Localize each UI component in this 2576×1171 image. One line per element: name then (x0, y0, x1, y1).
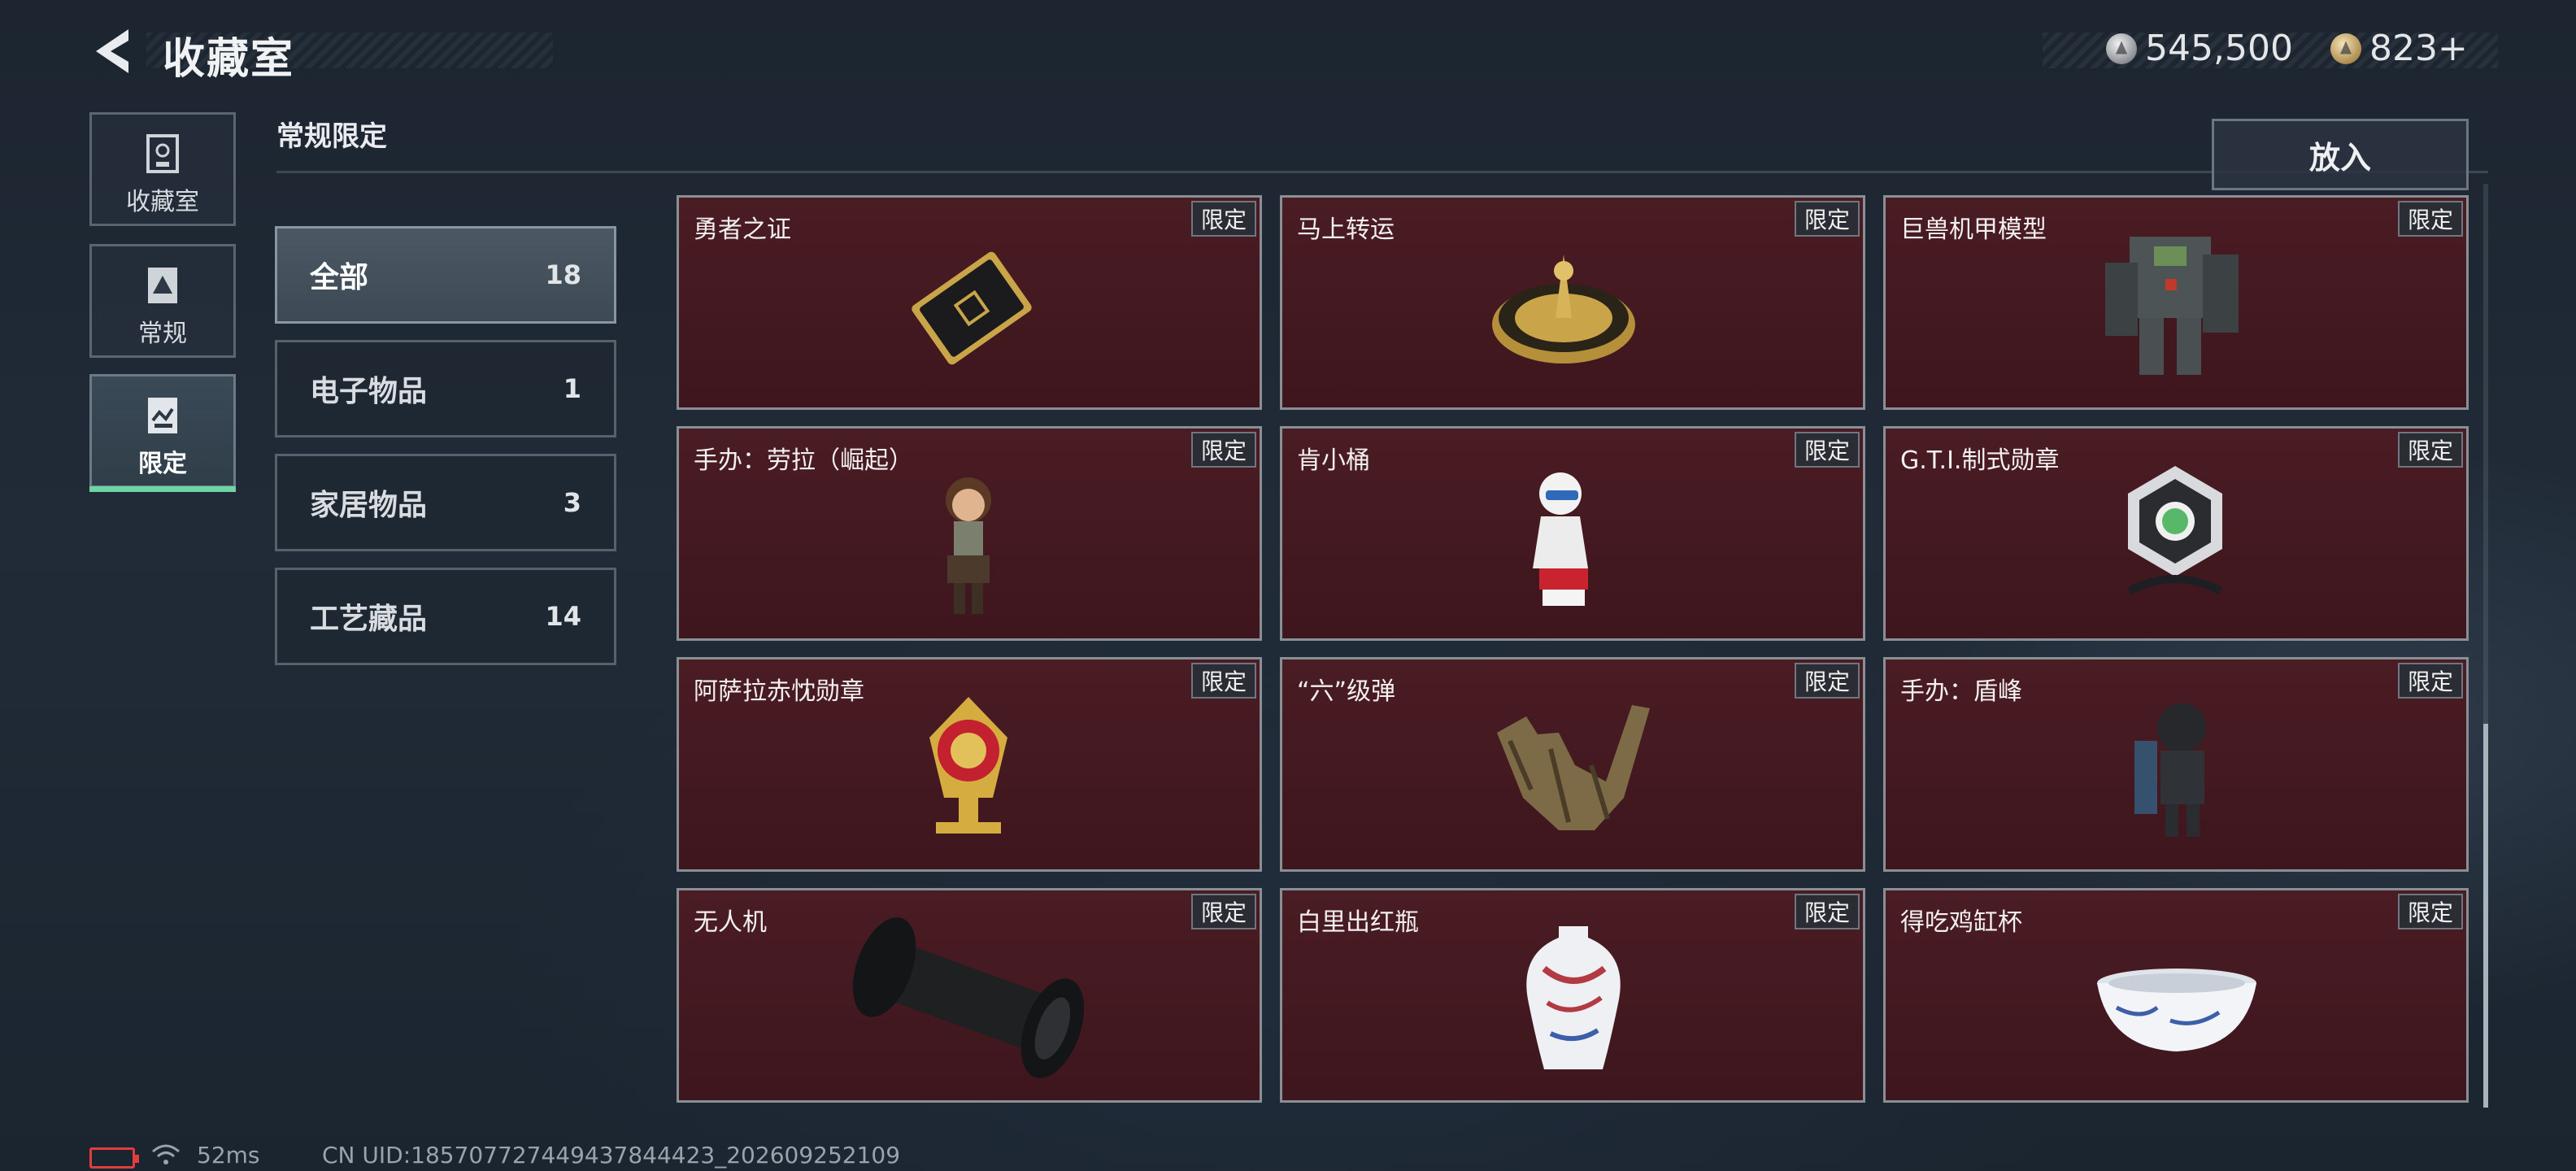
limited-badge: 限定 (1795, 663, 1860, 699)
section-divider (276, 171, 2488, 173)
limited-badge: 限定 (2398, 663, 2463, 699)
category-name: 全部 (310, 261, 369, 294)
category-home[interactable]: 家居物品 3 (275, 454, 616, 551)
item-card-kfc-figure[interactable]: 肯小桶 限定 (1280, 426, 1865, 641)
item-name: G.T.I.制式勋章 (1900, 446, 2060, 475)
currency-gold-value: 823+ (2369, 28, 2468, 69)
item-name: 马上转运 (1297, 215, 1395, 244)
category-count: 18 (545, 259, 581, 290)
section-title: 常规限定 (276, 120, 387, 153)
nav-item-collection[interactable]: 收藏室 (89, 112, 236, 226)
category-all[interactable]: 全部 18 (275, 226, 616, 324)
item-card-figure-lara[interactable]: 手办：劳拉（崛起） 限定 (677, 426, 1262, 641)
item-name: 巨兽机甲模型 (1900, 215, 2047, 244)
limited-badge: 限定 (1795, 432, 1860, 468)
nav-item-regular[interactable]: 常规 (89, 244, 236, 358)
item-name: 白里出红瓶 (1297, 908, 1419, 937)
nav-label-regular: 常规 (138, 320, 187, 348)
limited-badge: 限定 (1795, 201, 1860, 237)
category-crafts[interactable]: 工艺藏品 14 (275, 568, 616, 665)
category-count: 1 (563, 373, 581, 404)
limited-badge: 限定 (2398, 432, 2463, 468)
uid-text: CN UID:185707727449437844423_20260925210… (322, 1142, 901, 1169)
category-electronics[interactable]: 电子物品 1 (275, 340, 616, 437)
limited-badge: 限定 (1795, 894, 1860, 929)
item-card-brave-proof[interactable]: 勇者之证 限定 (677, 195, 1262, 410)
drone-icon (852, 917, 1085, 1078)
limited-badge: 限定 (2398, 894, 2463, 929)
limited-badge: 限定 (2398, 201, 2463, 237)
nav-label-limited: 限定 (138, 450, 187, 478)
put-in-button[interactable]: 放入 (2212, 119, 2469, 190)
wifi-icon (152, 1144, 180, 1164)
item-name: 手办：盾峰 (1900, 677, 2022, 706)
item-name: 勇者之证 (694, 215, 791, 244)
item-name: “六”级弹 (1297, 677, 1396, 706)
item-card-chicken-cup[interactable]: 得吃鸡缸杯 限定 (1883, 888, 2469, 1103)
nav-label-collection: 收藏室 (126, 188, 199, 216)
item-card-asala-medal[interactable]: 阿萨拉赤忱勋章 限定 (677, 657, 1262, 872)
category-count: 3 (563, 487, 581, 518)
limited-icon (148, 398, 177, 433)
item-card-figure-shield[interactable]: 手办：盾峰 限定 (1883, 657, 2469, 872)
silver-coin-icon (2106, 33, 2137, 64)
battery-icon (89, 1147, 139, 1169)
currency-silver: 545,500 (2106, 28, 2293, 69)
item-name: 得吃鸡缸杯 (1900, 908, 2022, 937)
category-name: 家居物品 (310, 489, 428, 522)
collection-icon (146, 134, 179, 173)
item-card-lucky-spinner[interactable]: 马上转运 限定 (1280, 195, 1865, 410)
limited-badge: 限定 (1191, 663, 1256, 699)
item-name: 无人机 (694, 908, 767, 937)
figure-kfc-icon (1533, 472, 1588, 606)
limited-badge: 限定 (1191, 894, 1256, 929)
scrollbar-thumb[interactable] (2483, 724, 2488, 1108)
item-card-six-bullet[interactable]: “六”级弹 限定 (1280, 657, 1865, 872)
regular-icon (148, 268, 177, 303)
category-name: 电子物品 (310, 375, 428, 408)
page-title: 收藏室 (163, 35, 295, 84)
item-card-gti-medal[interactable]: G.T.I.制式勋章 限定 (1883, 426, 2469, 641)
nav-item-limited[interactable]: 限定 (89, 374, 236, 492)
back-icon[interactable] (89, 24, 138, 78)
item-card-red-vase[interactable]: 白里出红瓶 限定 (1280, 888, 1865, 1103)
gold-coin-icon (2330, 33, 2361, 64)
category-name: 工艺藏品 (310, 603, 428, 636)
currency-gold[interactable]: 823+ (2330, 28, 2468, 69)
item-card-mech-model[interactable]: 巨兽机甲模型 限定 (1883, 195, 2469, 410)
item-name: 手办：劳拉（崛起） (694, 446, 913, 475)
limited-badge: 限定 (1191, 432, 1256, 468)
item-card-drone[interactable]: 无人机 限定 (677, 888, 1262, 1103)
ping-text: 52ms (197, 1142, 260, 1169)
item-name: 肯小桶 (1297, 446, 1370, 475)
category-count: 14 (545, 601, 581, 632)
limited-badge: 限定 (1191, 201, 1256, 237)
currency-silver-value: 545,500 (2145, 28, 2293, 69)
item-name: 阿萨拉赤忱勋章 (694, 677, 864, 706)
